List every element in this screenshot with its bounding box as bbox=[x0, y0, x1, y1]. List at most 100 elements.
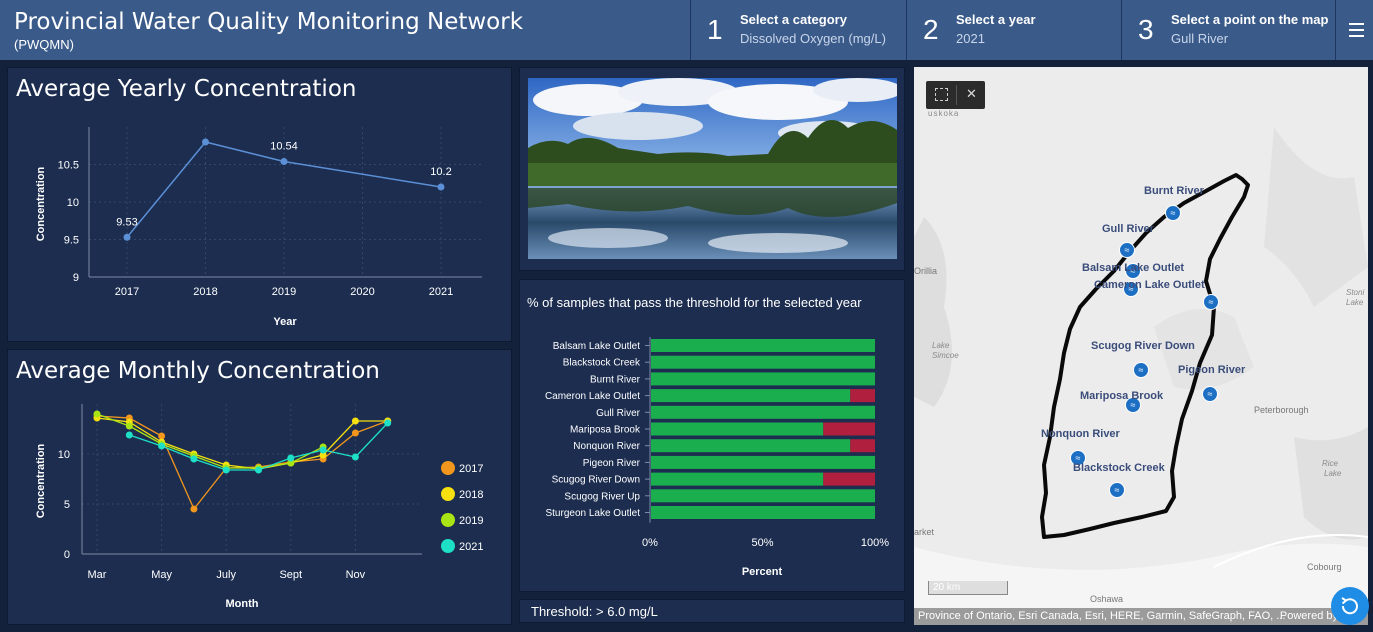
place-label: arket bbox=[914, 527, 935, 537]
station-label: Mariposa Brook bbox=[1080, 390, 1164, 402]
station-label: Balsam Lake Outlet bbox=[1082, 262, 1185, 274]
place-label: Stoni bbox=[1346, 288, 1365, 297]
place-label: Simcoe bbox=[932, 351, 959, 360]
x-tick-label: Mar bbox=[88, 569, 107, 581]
category-label: Nonquon River bbox=[573, 441, 640, 452]
category-label: Pigeon River bbox=[583, 458, 641, 469]
y-tick-label: 5 bbox=[64, 499, 70, 511]
step-select-year[interactable]: 2 Select a year 2021 bbox=[906, 0, 1121, 60]
data-point bbox=[123, 233, 131, 241]
fail-bar bbox=[823, 422, 875, 436]
water-station-icon[interactable]: ≈ bbox=[1133, 362, 1149, 378]
data-label: 9.53 bbox=[116, 216, 137, 228]
legend-swatch bbox=[441, 539, 455, 553]
y-tick-label: 0 bbox=[64, 549, 70, 561]
pass-bar bbox=[651, 455, 875, 469]
step-label: Select a category bbox=[740, 12, 847, 27]
step-value: Dissolved Oxygen (mg/L) bbox=[740, 31, 886, 46]
refresh-icon[interactable] bbox=[1331, 587, 1369, 625]
map-view[interactable]: ✕ uskoka Orillia Lake Simcoe Stoni Lake … bbox=[914, 67, 1368, 625]
step-value: Gull River bbox=[1171, 31, 1229, 46]
category-label: Sturgeon Lake Outlet bbox=[545, 508, 640, 519]
pass-bar bbox=[651, 472, 824, 486]
place-label: Lake bbox=[932, 341, 950, 350]
x-axis-title: Percent bbox=[742, 566, 783, 578]
threshold-text: Threshold: > 6.0 mg/L bbox=[531, 604, 658, 619]
fail-bar bbox=[850, 439, 875, 453]
app-header: Provincial Water Quality Monitoring Netw… bbox=[0, 0, 1373, 60]
station-label: Nonquon River bbox=[1041, 428, 1120, 440]
station-label: Gull River bbox=[1102, 223, 1154, 235]
hamburger-icon[interactable] bbox=[1335, 0, 1373, 60]
step-value: 2021 bbox=[956, 31, 985, 46]
data-point bbox=[158, 442, 166, 450]
legend-label: 2018 bbox=[459, 489, 483, 501]
water-station-icon[interactable]: ≈ bbox=[1109, 482, 1125, 498]
data-label: 10.54 bbox=[270, 141, 298, 153]
data-point bbox=[93, 410, 101, 418]
data-point bbox=[255, 466, 262, 474]
legend-label: 2017 bbox=[459, 463, 483, 475]
x-tick-label: 2021 bbox=[429, 286, 453, 298]
x-tick-label: May bbox=[151, 569, 172, 581]
step-number: 2 bbox=[923, 14, 939, 45]
x-tick-label: 2020 bbox=[350, 286, 374, 298]
category-label: Blackstock Creek bbox=[563, 358, 641, 369]
station-label: Pigeon River bbox=[1178, 364, 1246, 376]
step-number: 3 bbox=[1138, 14, 1154, 45]
legend-swatch bbox=[441, 487, 455, 501]
legend-label: 2021 bbox=[459, 541, 483, 553]
y-tick-label: 10 bbox=[67, 197, 79, 209]
station-label: Cameron Lake Outlet bbox=[1094, 279, 1205, 291]
step-select-category[interactable]: 1 Select a category Dissolved Oxygen (mg… bbox=[690, 0, 906, 60]
step-select-point[interactable]: 3 Select a point on the map Gull River bbox=[1121, 0, 1335, 60]
pass-bar bbox=[651, 506, 875, 519]
x-axis-title: Year bbox=[273, 316, 297, 328]
x-axis-title: Month bbox=[226, 598, 259, 610]
pass-bar bbox=[651, 439, 851, 453]
pass-bar bbox=[651, 405, 875, 419]
legend-label: 2019 bbox=[459, 515, 483, 527]
category-label: Scugog River Down bbox=[552, 475, 640, 486]
powered-by: Powered by bbox=[1279, 610, 1338, 622]
category-label: Scugog River Up bbox=[564, 491, 640, 502]
app-title: Provincial Water Quality Monitoring Netw… bbox=[14, 9, 524, 35]
data-point bbox=[202, 138, 209, 146]
x-tick-label: 2018 bbox=[193, 286, 217, 298]
data-point bbox=[190, 455, 198, 463]
x-tick-label: 0% bbox=[642, 537, 658, 549]
water-station-icon[interactable]: ≈ bbox=[1203, 294, 1219, 310]
y-axis-title: Concentration bbox=[35, 443, 47, 518]
x-tick-label: Nov bbox=[346, 569, 366, 581]
yearly-chart: 9 9.5 10 10.5 2017 2018 2019 2020 2021 Year Concen… bbox=[35, 127, 482, 328]
pass-bar bbox=[651, 389, 851, 403]
step-number: 1 bbox=[707, 14, 723, 45]
water-station-icon[interactable]: ≈ bbox=[1165, 205, 1181, 221]
app-subtitle: (PWQMN) bbox=[14, 37, 74, 52]
pass-chart: % of samples that pass the threshold for… bbox=[527, 295, 889, 578]
data-point bbox=[351, 429, 359, 437]
close-icon[interactable]: ✕ bbox=[966, 86, 977, 102]
data-point bbox=[125, 431, 133, 439]
water-station-icon[interactable]: ≈ bbox=[1119, 242, 1135, 258]
data-point bbox=[351, 417, 359, 425]
place-label: Cobourg bbox=[1307, 562, 1342, 572]
legend-swatch bbox=[441, 513, 455, 527]
scale-bar: 20 km bbox=[928, 581, 1008, 595]
toolbar-divider bbox=[956, 85, 957, 105]
y-axis-title: Concentration bbox=[35, 166, 47, 241]
category-label: Cameron Lake Outlet bbox=[545, 391, 640, 402]
data-point bbox=[319, 446, 327, 454]
place-label: Orillia bbox=[914, 266, 938, 276]
data-point bbox=[222, 466, 230, 474]
place-label: Rice bbox=[1322, 459, 1339, 468]
y-tick-label: 10 bbox=[58, 449, 70, 461]
select-icon[interactable] bbox=[935, 88, 948, 101]
pass-bar bbox=[651, 372, 875, 386]
river-photo bbox=[528, 78, 897, 259]
data-point bbox=[287, 454, 295, 462]
pass-chart-title: % of samples that pass the threshold for… bbox=[527, 295, 862, 310]
place-label: Oshawa bbox=[1090, 594, 1124, 604]
category-label: Burnt River bbox=[590, 374, 641, 385]
water-station-icon[interactable]: ≈ bbox=[1202, 386, 1218, 402]
